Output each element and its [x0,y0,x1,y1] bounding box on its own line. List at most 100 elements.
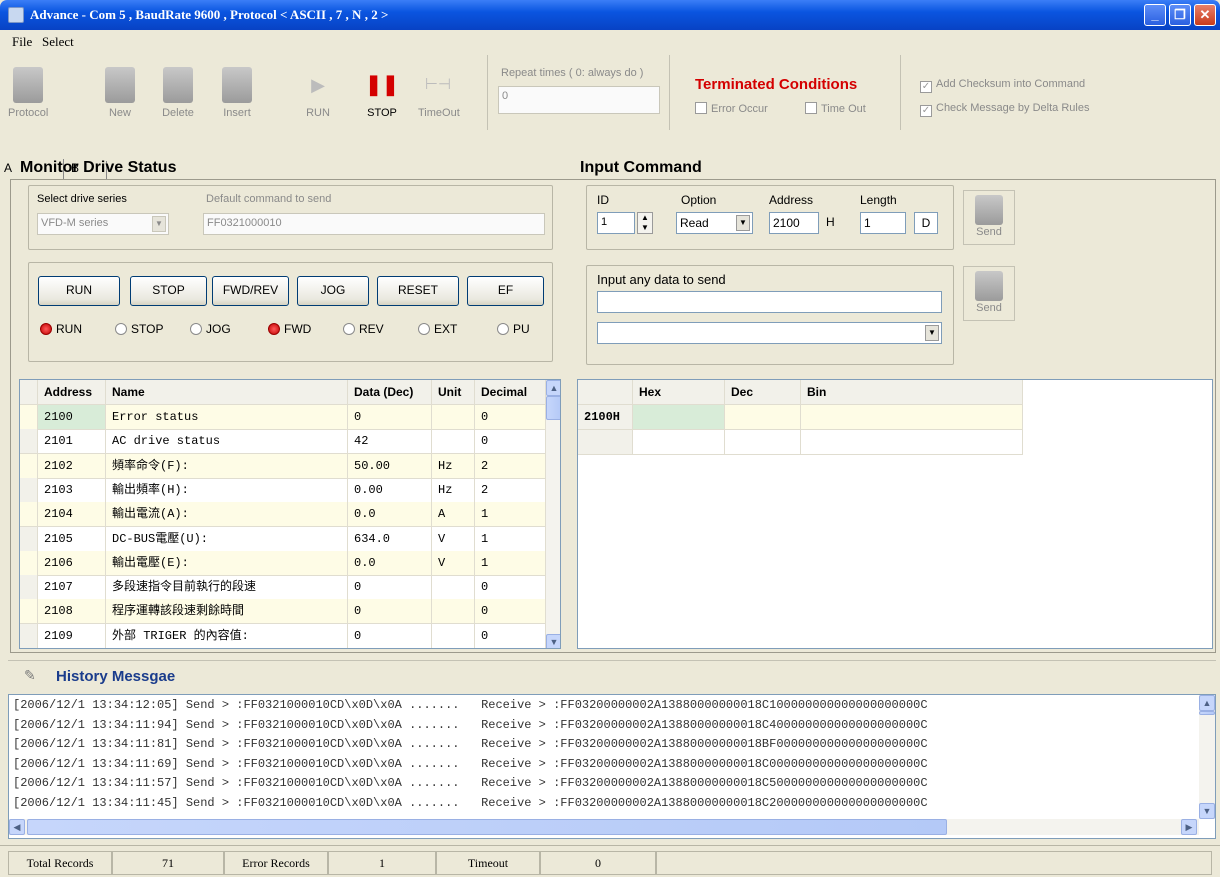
unit-cell[interactable] [432,599,475,625]
row-selector[interactable] [20,599,38,625]
data-cell[interactable]: 0.00 [348,477,432,503]
address-cell[interactable]: 2105 [38,526,106,552]
stop-button[interactable]: STOP [130,276,207,306]
history-horizontal-scrollbar[interactable]: ◀ ▶ [9,819,1199,835]
hex-cell[interactable] [633,405,725,430]
scroll-left-icon[interactable]: ◀ [9,819,25,835]
column-header-unit[interactable]: Unit [432,380,475,405]
history-line[interactable]: [2006/12/1 13:34:11:94] Send > :FF032100… [13,718,1193,738]
row-selector[interactable] [20,623,38,648]
monitor-table[interactable]: Address Name Data (Dec) Unit Decimal 210… [19,379,561,649]
minimize-button[interactable]: _ [1144,4,1166,26]
row-selector[interactable] [20,526,38,552]
restore-button[interactable]: ❐ [1169,4,1191,26]
row-selector[interactable] [20,477,38,503]
scroll-up-icon[interactable]: ▲ [546,380,560,396]
stop-toolbar-button[interactable]: ❚❚ STOP [362,67,402,119]
insert-button[interactable]: Insert [217,67,257,119]
address-cell[interactable]: 2107 [38,575,106,601]
protocol-button[interactable]: Protocol [8,67,48,119]
unit-cell[interactable] [432,575,475,601]
data-cell[interactable]: 0 [348,575,432,601]
length-input[interactable]: 1 [860,212,906,234]
decimal-cell[interactable]: 2 [475,477,546,503]
address-cell[interactable]: 2106 [38,550,106,576]
column-header-address[interactable]: Address [38,380,106,405]
timeout-button[interactable]: ⊢⊣ TimeOut [418,67,460,119]
name-cell[interactable]: AC drive status [106,429,348,455]
repeat-times-input[interactable]: 0 [498,86,660,114]
unit-cell[interactable]: Hz [432,453,475,479]
data-cell[interactable]: 0 [348,623,432,648]
run-toolbar-button[interactable]: ▶ RUN [298,67,338,119]
check-message-checkbox[interactable]: ✓ Check Message by Delta Rules [920,102,1089,117]
scroll-thumb[interactable] [1199,711,1215,715]
add-checksum-checkbox[interactable]: ✓ Add Checksum into Command [920,78,1085,93]
scroll-up-icon[interactable]: ▲ [1199,695,1215,711]
any-data-input[interactable] [597,291,942,313]
name-cell[interactable]: 程序運轉該段速剩餘時間 [106,599,348,625]
address-cell[interactable]: 2109 [38,623,106,648]
title-bar[interactable]: Advance - Com 5 , BaudRate 9600 , Protoc… [0,0,1220,30]
name-cell[interactable]: Error status [106,405,348,430]
dec-cell[interactable] [725,405,801,430]
name-cell[interactable]: 輸出頻率(H): [106,477,348,503]
data-cell[interactable]: 0.0 [348,550,432,576]
address-cell[interactable]: 2102 [38,453,106,479]
row-selector[interactable] [20,453,38,479]
decimal-cell[interactable]: 1 [475,502,546,528]
row-selector[interactable] [20,550,38,576]
decimal-cell[interactable]: 2 [475,453,546,479]
name-cell[interactable]: 外部 TRIGER 的內容值: [106,623,348,648]
option-select[interactable]: Read ▼ [676,212,753,234]
name-cell[interactable]: DC-BUS電壓(U): [106,526,348,552]
jog-button[interactable]: JOG [297,276,369,306]
name-cell[interactable]: 輸出電流(A): [106,502,348,528]
send-command-button[interactable]: Send [963,190,1015,245]
decimal-cell[interactable]: 1 [475,550,546,576]
column-header-data[interactable]: Data (Dec) [348,380,432,405]
reset-button[interactable]: RESET [377,276,459,306]
data-cell[interactable]: 42 [348,429,432,455]
scroll-right-icon[interactable]: ▶ [1181,819,1197,835]
unit-cell[interactable]: V [432,526,475,552]
data-cell[interactable]: 0 [348,599,432,625]
menu-select[interactable]: Select [42,34,74,50]
decimal-cell[interactable]: 0 [475,429,546,455]
history-line[interactable]: [2006/12/1 13:34:12:05] Send > :FF032100… [13,698,1193,718]
scroll-thumb[interactable] [27,819,947,835]
row-selector[interactable] [20,429,38,455]
data-cell[interactable]: 0.0 [348,502,432,528]
time-out-checkbox[interactable]: Time Out [805,102,866,115]
data-cell[interactable]: 50.00 [348,453,432,479]
decimal-cell[interactable]: 0 [475,599,546,625]
address-cell[interactable]: 2104 [38,502,106,528]
any-data-history-select[interactable]: ▼ [597,322,942,344]
address-cell[interactable]: 2103 [38,477,106,503]
unit-cell[interactable] [432,623,475,648]
monitor-vertical-scrollbar[interactable]: ▲ ▼ [546,380,560,648]
new-button[interactable]: New [100,67,140,119]
decimal-cell[interactable]: 0 [475,405,546,430]
scroll-down-icon[interactable]: ▼ [1199,803,1215,819]
column-header-bin[interactable]: Bin [801,380,1023,405]
decimal-cell[interactable]: 0 [475,623,546,648]
id-input[interactable]: 1 [597,212,635,234]
column-header-hex[interactable]: Hex [633,380,725,405]
address-input[interactable]: 2100 [769,212,819,234]
decimal-cell[interactable]: 1 [475,526,546,552]
fwd-rev-button[interactable]: FWD/REV [212,276,289,306]
name-cell[interactable]: 輸出電壓(E): [106,550,348,576]
unit-cell[interactable] [432,405,475,430]
column-header-decimal[interactable]: Decimal [475,380,546,405]
name-cell[interactable]: 頻率命令(F): [106,453,348,479]
unit-cell[interactable]: V [432,550,475,576]
bin-cell[interactable] [801,405,1023,430]
history-line[interactable]: [2006/12/1 13:34:11:45] Send > :FF032100… [13,796,1193,816]
row-selector[interactable] [20,502,38,528]
run-button[interactable]: RUN [38,276,120,306]
result-table[interactable]: Hex Dec Bin 2100H [577,379,1213,649]
address-cell[interactable]: 2101 [38,429,106,455]
id-spinner[interactable]: ▲ ▼ [637,212,653,234]
column-header-dec[interactable]: Dec [725,380,801,405]
